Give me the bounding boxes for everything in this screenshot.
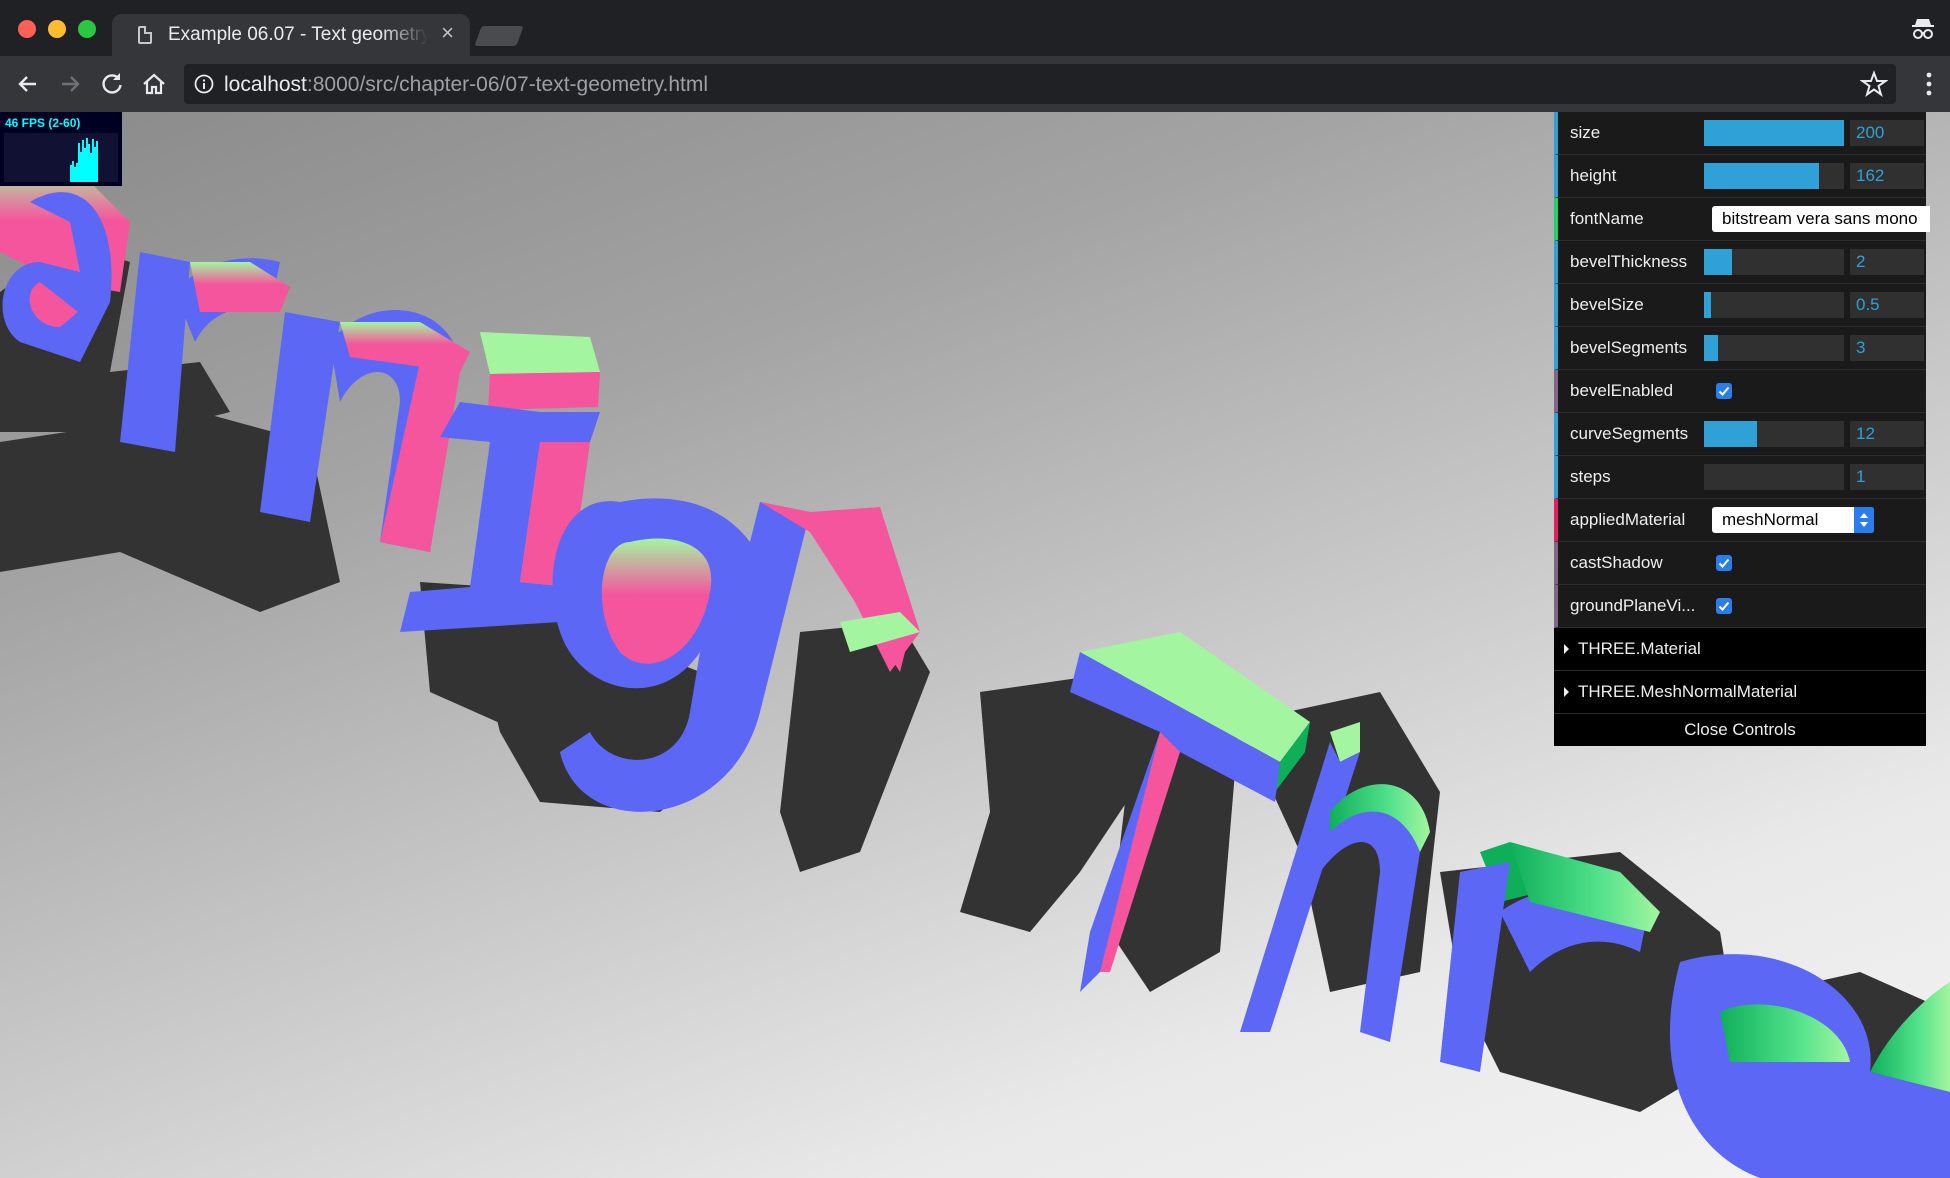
slider-fill bbox=[1704, 120, 1844, 146]
control-steps: steps 1 bbox=[1554, 456, 1926, 499]
select-arrows-icon bbox=[1854, 507, 1874, 533]
control-label: size bbox=[1570, 123, 1601, 142]
bevelthickness-slider[interactable] bbox=[1704, 249, 1844, 275]
fps-graph-bar bbox=[96, 141, 98, 182]
controls-panel: size 200 height 162 fontName bitstream v… bbox=[1554, 112, 1930, 746]
checkmark-icon bbox=[1718, 601, 1730, 611]
tab-bar: Example 06.07 - Text geometry × bbox=[0, 0, 1950, 56]
curvesegments-input[interactable]: 12 bbox=[1850, 421, 1924, 447]
document-icon bbox=[138, 26, 152, 44]
control-label: bevelSegments bbox=[1570, 338, 1688, 357]
slider-fill bbox=[1704, 249, 1732, 275]
folder-collapsed-icon bbox=[1564, 644, 1569, 654]
control-bevelthickness: bevelThickness 2 bbox=[1554, 241, 1926, 284]
control-label: fontName bbox=[1570, 209, 1644, 228]
browser-toolbar: localhost:8000/src/chapter-06/07-text-ge… bbox=[0, 56, 1950, 112]
folder-three-material[interactable]: THREE.Material bbox=[1554, 628, 1926, 671]
more-menu-icon[interactable] bbox=[1926, 72, 1932, 96]
control-appliedmaterial: appliedMaterial meshNormal bbox=[1554, 499, 1926, 542]
control-bevelenabled: bevelEnabled bbox=[1554, 370, 1926, 413]
appliedmaterial-select[interactable]: meshNormal bbox=[1712, 507, 1874, 533]
new-tab-button[interactable] bbox=[474, 26, 524, 46]
checkmark-icon bbox=[1718, 386, 1730, 396]
size-slider[interactable] bbox=[1704, 120, 1844, 146]
tab-title: Example 06.07 - Text geometry bbox=[168, 24, 428, 45]
height-slider[interactable] bbox=[1704, 163, 1844, 189]
checkmark-icon bbox=[1718, 558, 1730, 568]
browser-tab[interactable]: Example 06.07 - Text geometry × bbox=[112, 14, 470, 56]
control-label: height bbox=[1570, 166, 1617, 185]
url-path: :8000/src/chapter-06/07-text-geometry.ht… bbox=[306, 73, 709, 96]
bevelsize-slider[interactable] bbox=[1704, 292, 1844, 318]
bevelthickness-input[interactable]: 2 bbox=[1850, 249, 1924, 275]
fps-label: 46 FPS (2-60) bbox=[5, 116, 81, 130]
control-fontname: fontName bitstream vera sans mono bbox=[1554, 198, 1930, 241]
close-controls-button[interactable]: Close Controls bbox=[1554, 714, 1926, 746]
info-icon[interactable] bbox=[194, 74, 214, 94]
bevelsegments-slider[interactable] bbox=[1704, 335, 1844, 361]
control-size: size 200 bbox=[1554, 112, 1926, 155]
webgl-canvas[interactable]: 46 FPS (2-60) size 200 height 162 fontNa… bbox=[0, 112, 1950, 1178]
tab-close-icon[interactable]: × bbox=[441, 22, 454, 44]
folder-three-meshnormalmaterial[interactable]: THREE.MeshNormalMaterial bbox=[1554, 671, 1926, 714]
fps-stats-panel[interactable]: 46 FPS (2-60) bbox=[0, 112, 122, 186]
bevelsegments-input[interactable]: 3 bbox=[1850, 335, 1924, 361]
control-label: castShadow bbox=[1570, 553, 1663, 572]
steps-input[interactable]: 1 bbox=[1850, 464, 1924, 490]
control-label: bevelEnabled bbox=[1570, 381, 1674, 400]
control-bevelsize: bevelSize 0.5 bbox=[1554, 284, 1926, 327]
fontname-input[interactable]: bitstream vera sans mono bbox=[1712, 206, 1930, 232]
control-label: bevelThickness bbox=[1570, 252, 1688, 271]
folder-title: THREE.Material bbox=[1578, 639, 1701, 658]
bevelsize-input[interactable]: 0.5 bbox=[1850, 292, 1924, 318]
slider-fill bbox=[1704, 163, 1819, 189]
reload-icon[interactable] bbox=[98, 70, 126, 98]
control-curvesegments: curveSegments 12 bbox=[1554, 413, 1926, 456]
control-label: appliedMaterial bbox=[1570, 510, 1686, 529]
back-arrow-icon[interactable] bbox=[14, 70, 42, 98]
control-height: height 162 bbox=[1554, 155, 1926, 198]
select-value: meshNormal bbox=[1722, 510, 1819, 529]
slider-fill bbox=[1704, 335, 1718, 361]
forward-arrow-icon[interactable] bbox=[56, 70, 84, 98]
window-minimize-button[interactable] bbox=[48, 20, 66, 38]
folder-collapsed-icon bbox=[1564, 687, 1569, 697]
fps-graph bbox=[4, 133, 118, 182]
size-input[interactable]: 200 bbox=[1850, 120, 1924, 146]
incognito-icon[interactable] bbox=[1910, 16, 1936, 42]
bookmark-star-icon[interactable] bbox=[1860, 70, 1888, 98]
slider-fill bbox=[1704, 421, 1758, 447]
castshadow-checkbox[interactable] bbox=[1716, 555, 1732, 571]
home-icon[interactable] bbox=[140, 70, 168, 98]
url-host: localhost bbox=[224, 73, 307, 96]
control-label: bevelSize bbox=[1570, 295, 1644, 314]
height-input[interactable]: 162 bbox=[1850, 163, 1924, 189]
url-text: localhost:8000/src/chapter-06/07-text-ge… bbox=[224, 73, 708, 97]
control-bevelsegments: bevelSegments 3 bbox=[1554, 327, 1926, 370]
window-maximize-button[interactable] bbox=[78, 20, 96, 38]
groundplanevisible-checkbox[interactable] bbox=[1716, 598, 1732, 614]
address-bar[interactable]: localhost:8000/src/chapter-06/07-text-ge… bbox=[184, 64, 1896, 104]
bevelenabled-checkbox[interactable] bbox=[1716, 383, 1732, 399]
control-label: groundPlaneVi... bbox=[1570, 596, 1696, 615]
folder-title: THREE.MeshNormalMaterial bbox=[1578, 682, 1798, 701]
window-close-button[interactable] bbox=[18, 20, 36, 38]
curvesegments-slider[interactable] bbox=[1704, 421, 1844, 447]
steps-slider[interactable] bbox=[1704, 464, 1844, 490]
control-label: curveSegments bbox=[1570, 424, 1689, 443]
control-castshadow: castShadow bbox=[1554, 542, 1926, 585]
control-label: steps bbox=[1570, 467, 1611, 486]
slider-fill bbox=[1704, 292, 1711, 318]
control-groundplanevisible: groundPlaneVi... bbox=[1554, 585, 1926, 628]
